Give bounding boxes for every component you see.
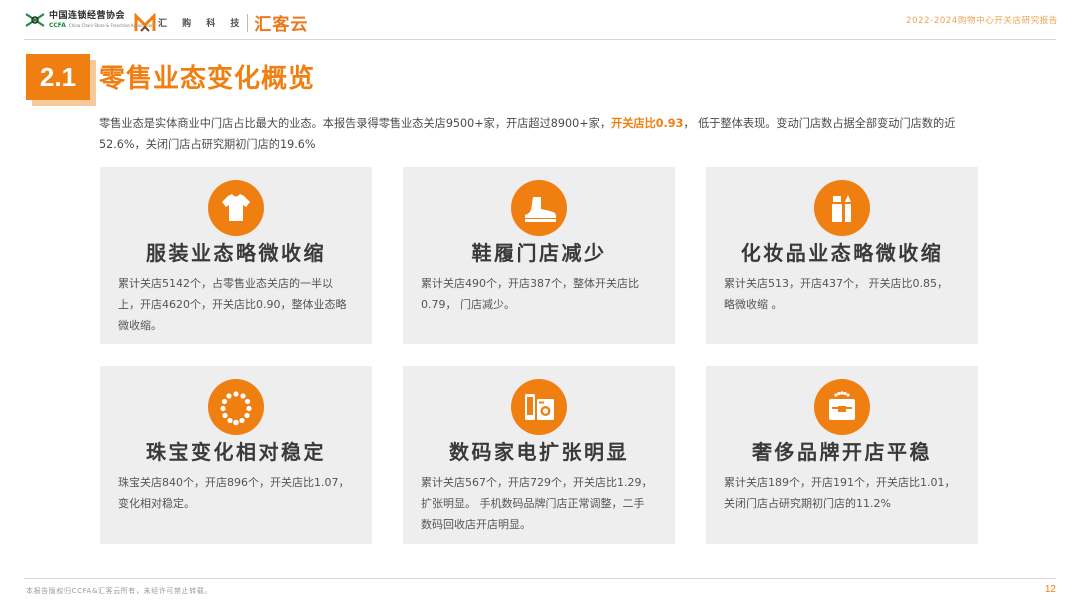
card-luxury: 奢侈品牌开店平稳 累计关店189个，开店191个，开关店比1.01，关闭门店占研… xyxy=(706,366,978,544)
footer-divider xyxy=(24,578,1056,579)
page-number: 12 xyxy=(1044,584,1056,595)
ccfa-abbr: CCFA xyxy=(49,21,66,29)
card-description: 累计关店5142个，占零售业态关店的一半以上，开店4620个，开关店比0.90，… xyxy=(118,277,347,332)
huigou-name: 汇 购 科 技 xyxy=(158,19,246,29)
card-description: 珠宝关店840个，开店896个，开关店比1.07，变化相对稳定。 xyxy=(118,476,350,510)
huigou-logo: 汇 购 科 技 汇客云 xyxy=(134,10,308,35)
section-title: 零售业态变化概览 xyxy=(99,64,316,94)
card-digital-appliances: 数码家电扩张明显 累计关店567个，开店729个，开关店比1.29，扩张明显。 … xyxy=(403,366,675,544)
card-description: 累计关店513，开店437个， 开关店比0.85，略微收缩 。 xyxy=(724,277,948,311)
card-description: 累计关店490个，开店387个，整体开关店比0.79， 门店减少。 xyxy=(421,277,639,311)
card-title: 化妆品业态略微收缩 xyxy=(740,241,944,265)
card-cosmetics: 化妆品业态略微收缩 累计关店513，开店437个， 开关店比0.85，略微收缩 … xyxy=(706,167,978,344)
intro-highlight: 开关店比0.93 xyxy=(611,117,684,130)
card-title: 奢侈品牌开店平稳 xyxy=(752,440,932,464)
section-number: 2.1 xyxy=(26,54,90,100)
luxury-bag-icon xyxy=(814,379,870,435)
huigou-emblem-icon xyxy=(134,12,156,32)
cosmetics-icon xyxy=(814,180,870,236)
intro-text: 零售业态是实体商业中门店占比最大的业态。本报告录得零售业态关店9500+家，开店… xyxy=(99,117,612,130)
card-title: 服装业态略微收缩 xyxy=(146,241,326,265)
card-title: 数码家电扩张明显 xyxy=(449,440,629,464)
tshirt-icon xyxy=(208,180,264,236)
card-title: 珠宝变化相对稳定 xyxy=(146,440,326,464)
appliance-icon xyxy=(511,379,567,435)
logo-divider xyxy=(247,13,249,32)
card-apparel: 服装业态略微收缩 累计关店5142个，占零售业态关店的一半以上，开店4620个，… xyxy=(100,167,372,344)
card-jewelry: 珠宝变化相对稳定 珠宝关店840个，开店896个，开关店比1.07，变化相对稳定… xyxy=(100,366,372,544)
huikeyun-logo-text: 汇客云 xyxy=(254,15,309,35)
copyright-note: 本报告版权归CCFA&汇客云所有，未经许可禁止转载。 xyxy=(26,587,213,595)
card-footwear: 鞋履门店减少 累计关店490个，开店387个，整体开关店比0.79， 门店减少。 xyxy=(403,167,675,344)
report-title: 2022-2024购物中心开关店研究报告 xyxy=(906,16,1058,26)
page-header: 中国连锁经营协会 CCFA China Chain Store & Franch… xyxy=(0,0,1080,40)
shoe-icon xyxy=(511,180,567,236)
card-title: 鞋履门店减少 xyxy=(471,241,607,265)
card-description: 累计关店189个，开店191个，开关店比1.01，关闭门店占研究期初门店的11.… xyxy=(724,476,956,510)
card-description: 累计关店567个，开店729个，开关店比1.29，扩张明显。 手机数码品牌门店正… xyxy=(421,476,653,531)
header-divider xyxy=(24,39,1056,40)
ccfa-emblem-icon xyxy=(25,13,45,27)
necklace-icon xyxy=(208,379,264,435)
section-intro: 零售业态是实体商业中门店占比最大的业态。本报告录得零售业态关店9500+家，开店… xyxy=(99,113,989,155)
